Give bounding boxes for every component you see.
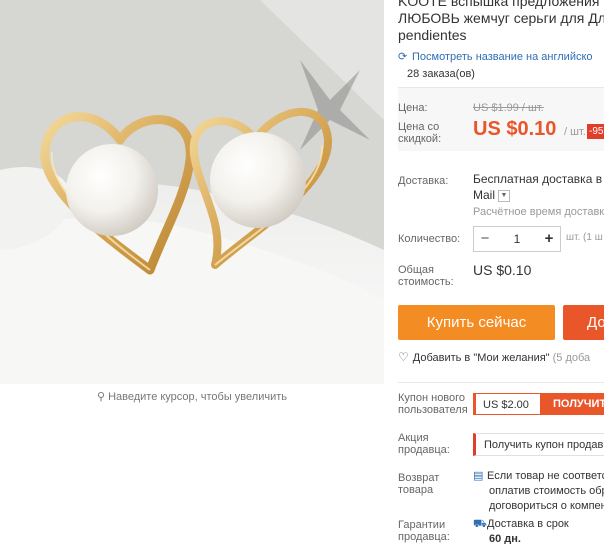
search-icon: ⚲ xyxy=(97,391,106,403)
product-info-panel: KOOTE вспышка предложения кл ЛЮБОВЬ жемч… xyxy=(398,0,604,544)
guarantee-label-line: продавца: xyxy=(398,531,450,543)
discount-price-label-line: скидкой: xyxy=(398,133,442,145)
chevron-down-icon[interactable]: ▼ xyxy=(498,189,511,202)
seller-promo-label: Акция продавца: xyxy=(398,432,450,456)
quantity-increase-button[interactable]: + xyxy=(538,227,560,251)
product-gallery: ⚲ Наведите курсор, чтобы увеличить xyxy=(0,0,390,544)
guarantee-line: Доставка в срок xyxy=(487,518,569,530)
guarantee-label: Гарантии продавца: xyxy=(398,519,450,543)
quantity-decrease-button[interactable]: − xyxy=(474,227,496,251)
orders-count: 28 заказа(ов) xyxy=(407,68,475,80)
returns-label-line: Возврат xyxy=(398,472,440,484)
returns-line: Если товар не соответс xyxy=(487,470,604,482)
title-line: pendientes xyxy=(398,27,467,43)
add-to-cart-button[interactable]: До xyxy=(563,305,604,340)
returns-label-line: товара xyxy=(398,484,434,496)
zoom-hint: ⚲ Наведите курсор, чтобы увеличить xyxy=(0,390,384,403)
seller-coupon-button[interactable]: Получить купон продав xyxy=(473,433,604,456)
coupon-label-line: пользователя xyxy=(398,404,468,416)
coupon-label-line: Купон нового xyxy=(398,392,466,404)
discount-price: US $0.10 / шт. xyxy=(473,118,586,141)
divider xyxy=(390,0,391,544)
price-box: Цена: US $1.99 / шт. Цена со скидкой: US… xyxy=(398,88,604,151)
get-coupon-button[interactable]: ПОЛУЧИТ xyxy=(541,393,604,415)
wishlist-text: Добавить в "Мои желания" xyxy=(412,352,550,364)
wishlist-count: (5 доба xyxy=(552,352,591,364)
promo-label-line: продавца: xyxy=(398,444,450,456)
shipping-label: Доставка: xyxy=(398,175,449,187)
translate-title-link[interactable]: ⟳ Посмотреть название на английско xyxy=(398,50,593,63)
shipping-carrier: Mail xyxy=(473,188,496,202)
delivery-estimate: Расчётное время доставки xyxy=(473,206,604,218)
zoom-hint-text: Наведите курсор, чтобы увеличить xyxy=(108,391,287,403)
quantity-unit-note: шт. (1 ш xyxy=(566,232,603,243)
guarantee-info: ⛟Доставка в срок 60 дн. xyxy=(473,517,569,544)
promo-label-line: Акция xyxy=(398,432,429,444)
returns-label: Возврат товара xyxy=(398,472,439,496)
total-price: US $0.10 xyxy=(473,262,532,278)
title-line: KOOTE вспышка предложения кл xyxy=(398,0,604,9)
total-label: Общая стоимость: xyxy=(398,264,454,288)
quantity-stepper: − 1 + xyxy=(473,226,561,252)
price-label: Цена: xyxy=(398,102,428,114)
returns-info: ▤ Если товар не соответс оплатив стоимост… xyxy=(473,469,604,514)
shipping-line: Бесплатная доставка в R xyxy=(473,172,604,186)
title-line: ЛЮБОВЬ жемчуг серьги для Для з xyxy=(398,10,604,26)
buy-now-button[interactable]: Купить сейчас xyxy=(398,305,555,340)
divider xyxy=(398,382,604,383)
translate-icon: ⟳ xyxy=(398,51,408,63)
quantity-label: Количество: xyxy=(398,233,461,245)
discount-price-label-line: Цена со xyxy=(398,121,440,133)
return-policy-icon: ▤ xyxy=(473,470,484,482)
returns-line: оплатив стоимость обр xyxy=(489,485,604,497)
price-unit: / шт. xyxy=(563,126,586,138)
discount-badge: -95 xyxy=(587,124,604,139)
total-label-line: стоимость: xyxy=(398,276,454,288)
earrings-photo xyxy=(0,0,384,384)
total-label-line: Общая xyxy=(398,264,434,276)
quantity-input[interactable]: 1 xyxy=(496,227,538,251)
new-user-coupon-label: Купон нового пользователя xyxy=(398,392,468,416)
discount-price-value: US $0.10 xyxy=(473,118,557,140)
product-title: KOOTE вспышка предложения кл ЛЮБОВЬ жемч… xyxy=(398,0,604,44)
returns-line: договориться о компен xyxy=(489,500,604,512)
coupon-value: US $2.00 xyxy=(473,393,541,415)
discount-price-label: Цена со скидкой: xyxy=(398,121,441,145)
original-price: US $1.99 / шт. xyxy=(473,102,544,114)
shipping-method[interactable]: Бесплатная доставка в R Mail ▼ xyxy=(473,171,604,203)
guarantee-days: 60 дн. xyxy=(489,533,521,544)
heart-icon: ♡ xyxy=(398,350,409,364)
delivery-truck-icon: ⛟ xyxy=(473,518,487,530)
product-image[interactable] xyxy=(0,0,384,384)
guarantee-label-line: Гарантии xyxy=(398,519,446,531)
translate-link-text: Посмотреть название на английско xyxy=(412,51,593,63)
wishlist-link[interactable]: ♡ Добавить в "Мои желания" (5 доба xyxy=(398,350,590,364)
